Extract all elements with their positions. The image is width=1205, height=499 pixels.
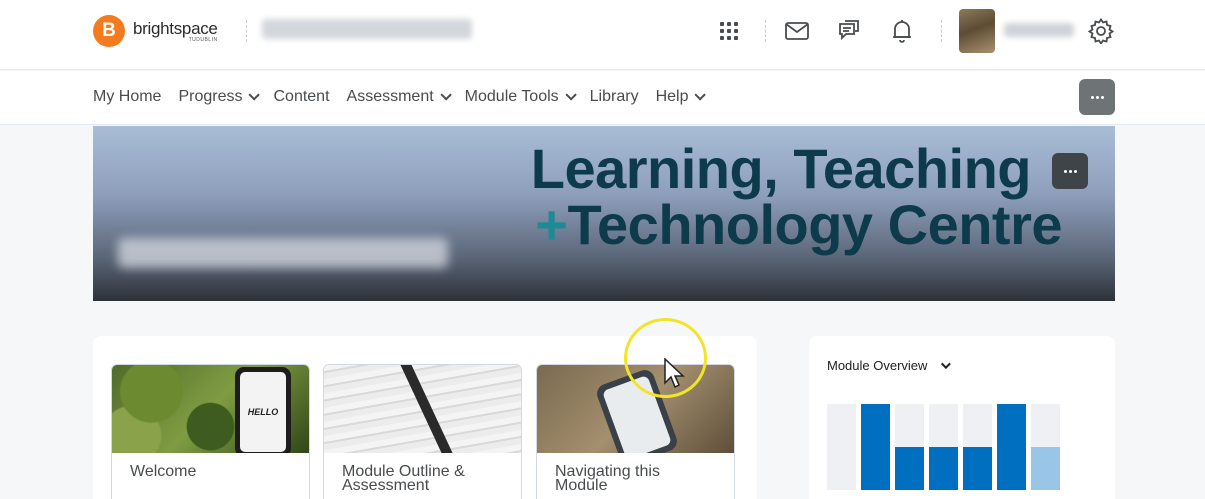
course-name-redacted (118, 238, 448, 268)
overview-bar (861, 404, 890, 490)
logo-mark: B (93, 15, 125, 47)
overview-bar-slot[interactable] (827, 404, 856, 490)
mail-icon[interactable] (784, 18, 810, 44)
mouse-cursor-icon (664, 357, 686, 395)
course-banner: Learning, Teaching +Technology Centre (93, 126, 1115, 301)
overview-bar (997, 404, 1026, 490)
card-image (324, 365, 521, 453)
chevron-down-icon (941, 359, 952, 370)
apps-grid-icon[interactable] (716, 18, 742, 44)
nav-item-my-home[interactable]: My Home (93, 88, 161, 106)
card-title: Navigating this Module (555, 463, 660, 494)
overview-bar (929, 447, 958, 490)
nav-item-assessment[interactable]: Assessment (347, 88, 452, 106)
logo-subtitle: TUDUBLIN (188, 36, 218, 43)
nav-item-content[interactable]: Content (273, 88, 329, 106)
header-divider (941, 20, 942, 42)
overview-bar-slot[interactable] (929, 404, 958, 490)
logo-word: brightspace (133, 18, 218, 38)
nav-item-library[interactable]: Library (590, 88, 639, 106)
overview-bar (895, 447, 924, 490)
bell-icon[interactable] (889, 18, 915, 44)
module-overview-title[interactable]: Module Overview (827, 358, 952, 373)
nav-menu: My Home Progress Content Assessment Modu… (93, 88, 719, 106)
chat-icon[interactable] (836, 18, 862, 44)
nav-more-button[interactable] (1079, 79, 1115, 115)
card-title: Welcome (130, 463, 197, 480)
chevron-down-icon (440, 89, 452, 101)
card-welcome[interactable]: HELLO Welcome (111, 364, 310, 499)
nav-item-progress[interactable]: Progress (178, 88, 261, 106)
overview-bar-slot[interactable] (861, 404, 890, 490)
gear-icon[interactable] (1088, 18, 1114, 44)
card-module-outline[interactable]: Module Outline & Assessment (323, 364, 522, 499)
card-title: Module Outline & Assessment (342, 463, 465, 494)
overview-bar (1031, 447, 1060, 490)
card-image: HELLO (112, 365, 309, 453)
module-overview-chart (827, 404, 1061, 490)
banner-more-button[interactable] (1052, 153, 1088, 189)
brightspace-logo[interactable]: B brightspace TUDUBLIN (93, 15, 218, 47)
user-name-redacted[interactable] (1004, 23, 1074, 37)
nav-item-module-tools[interactable]: Module Tools (465, 88, 577, 106)
phone-image: HELLO (235, 367, 291, 453)
chevron-down-icon (565, 89, 577, 101)
overview-bar-slot[interactable] (1031, 404, 1060, 490)
header-divider (765, 20, 766, 42)
more-dots-icon (1063, 169, 1077, 173)
nav-item-help[interactable]: Help (656, 88, 707, 106)
overview-bar-slot[interactable] (895, 404, 924, 490)
more-dots-icon (1090, 95, 1104, 99)
banner-title-line2: +Technology Centre (535, 193, 1062, 256)
overview-bar-slot[interactable] (997, 404, 1026, 490)
module-overview-widget: Module Overview (809, 336, 1115, 499)
chevron-down-icon (248, 89, 261, 101)
chevron-down-icon (694, 89, 707, 101)
course-navbar: My Home Progress Content Assessment Modu… (0, 71, 1205, 125)
header-divider (246, 20, 247, 42)
top-header: B brightspace TUDUBLIN (0, 0, 1205, 70)
course-title-redacted[interactable] (262, 19, 472, 39)
overview-bar-slot[interactable] (963, 404, 992, 490)
avatar[interactable] (959, 9, 995, 53)
overview-bar (963, 447, 992, 490)
